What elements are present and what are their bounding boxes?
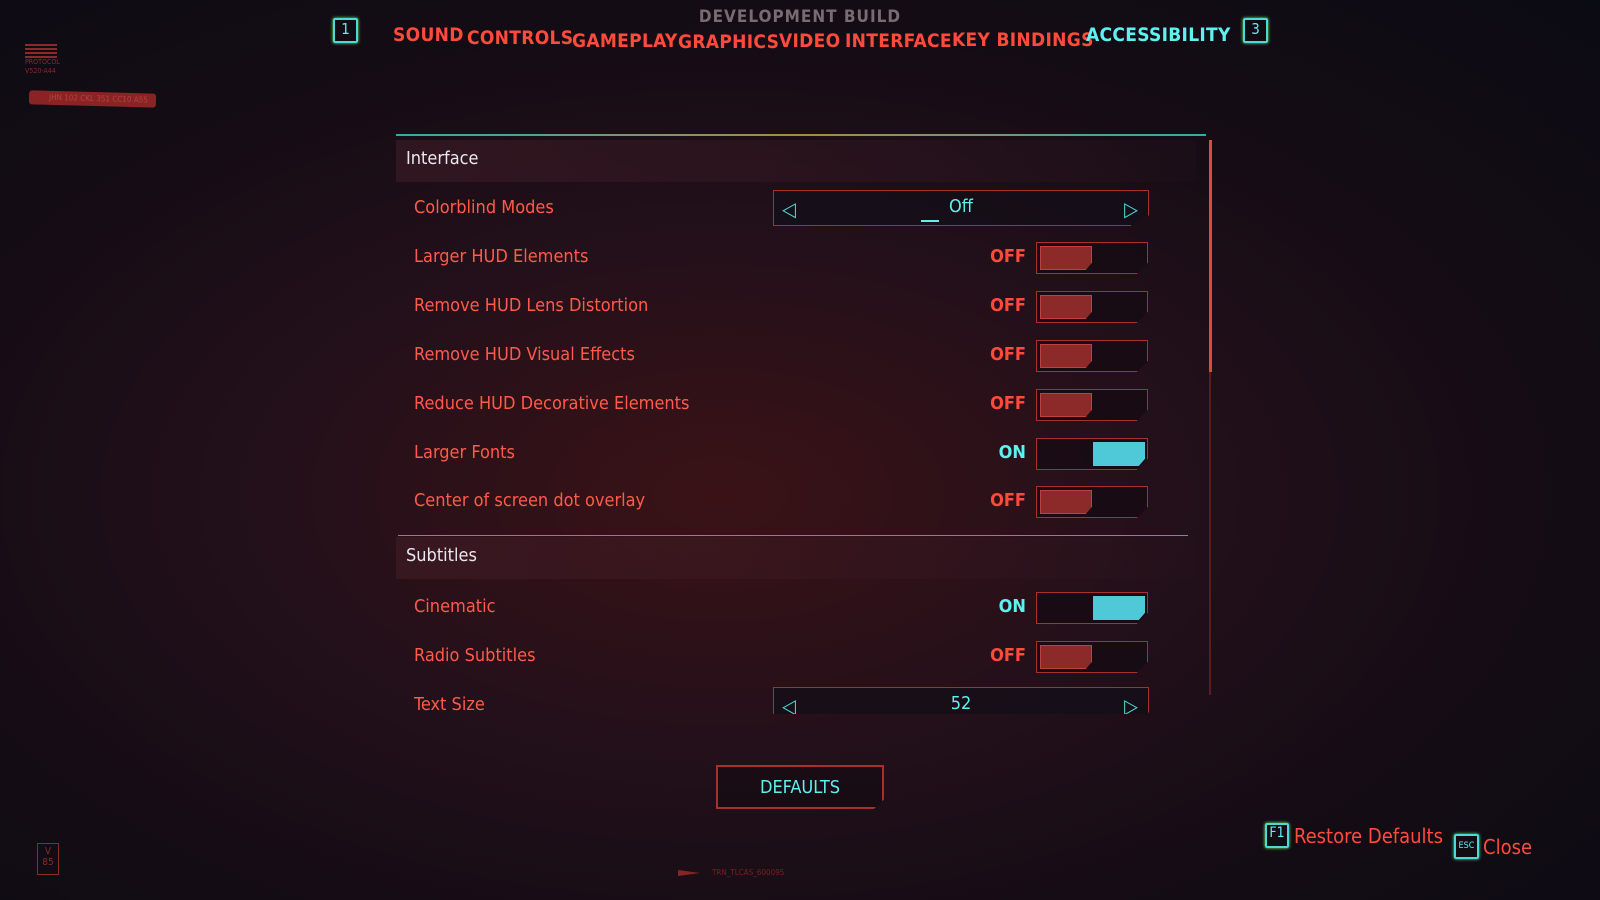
section-header-subtitles: Subtitles (396, 537, 1196, 579)
toggle-knob (1040, 295, 1092, 319)
tab-accessibility[interactable]: ACCESSIBILITY (1086, 24, 1231, 46)
f1-key-icon: F1 (1265, 823, 1289, 848)
setting-label: Center of screen dot overlay (414, 490, 646, 511)
tab-controls[interactable]: CONTROLS (467, 27, 573, 49)
toggle-state-text: OFF (990, 645, 1026, 666)
section-divider (398, 535, 1188, 536)
toggle-knob (1040, 344, 1092, 368)
protocol-code: V520-A44 (25, 67, 56, 75)
restore-defaults-label: Restore Defaults (1294, 823, 1443, 848)
close-label: Close (1483, 834, 1533, 859)
section-header-interface: Interface (396, 140, 1196, 182)
next-tab-key-icon[interactable]: 3 (1243, 18, 1268, 43)
right-arrow-icon[interactable]: ▷ (1124, 197, 1138, 221)
selector-value: Off (949, 196, 973, 217)
setting-label: Colorblind Modes (414, 197, 554, 218)
toggle-knob (1040, 645, 1092, 669)
defaults-button[interactable]: DEFAULTS (716, 765, 884, 809)
toggle-state-text: OFF (990, 295, 1026, 316)
toggle-switch[interactable] (1036, 291, 1148, 323)
setting-label: Text Size (414, 694, 485, 714)
toggle-switch[interactable] (1036, 340, 1148, 372)
toggle-switch[interactable] (1036, 486, 1148, 518)
setting-label: Remove HUD Lens Distortion (414, 295, 649, 316)
toggle-switch[interactable] (1036, 389, 1148, 421)
setting-label: Cinematic (414, 596, 496, 617)
settings-panel: Interface Colorblind Modes ◁ Off ▷ Larger HUD… (396, 134, 1206, 714)
close-action[interactable]: ESC Close (1454, 834, 1532, 859)
toggle-switch[interactable] (1036, 242, 1148, 274)
toggle-state-text: OFF (990, 246, 1026, 267)
protocol-text: PROTOCOL (25, 58, 60, 66)
arrow-marker-icon (678, 869, 700, 876)
tab-video[interactable]: VIDEO (779, 30, 841, 52)
toggle-knob (1040, 393, 1092, 417)
id-badge: JHN 102 CKL 351 CC10 A55 (28, 90, 157, 108)
tab-gameplay[interactable]: GAMEPLAY (572, 30, 678, 52)
scrollbar[interactable] (1209, 140, 1212, 372)
toggle-state-text: OFF (990, 393, 1026, 414)
scrollbar-track (1209, 372, 1211, 695)
footer-id: TRN_TLCAS_600095 (712, 868, 785, 877)
toggle-knob (1093, 442, 1145, 466)
setting-label: Larger HUD Elements (414, 246, 589, 267)
option-selector[interactable]: ◁ Off ▷ (773, 190, 1149, 226)
toggle-state-text: OFF (990, 344, 1026, 365)
esc-key-icon: ESC (1454, 834, 1479, 859)
toggle-state-text: OFF (990, 490, 1026, 511)
tab-sound[interactable]: SOUND (393, 24, 464, 46)
toggle-state-text: ON (998, 596, 1026, 617)
right-arrow-icon[interactable]: ▷ (1124, 694, 1138, 714)
selector-indicator (921, 220, 939, 222)
toggle-switch[interactable] (1036, 438, 1148, 470)
development-build-label: DEVELOPMENT BUILD (698, 7, 902, 27)
setting-label: Radio Subtitles (414, 645, 536, 666)
toggle-knob (1040, 490, 1092, 514)
toggle-switch[interactable] (1036, 592, 1148, 624)
option-selector[interactable]: ◁ 52 ▷ (773, 687, 1149, 714)
prev-tab-key-icon[interactable]: 1 (333, 18, 358, 43)
setting-label: Larger Fonts (414, 442, 515, 463)
setting-label: Reduce HUD Decorative Elements (414, 393, 690, 414)
selector-value: 52 (950, 693, 972, 714)
toggle-knob (1040, 246, 1092, 270)
tab-key-bindings[interactable]: KEY BINDINGS (952, 29, 1094, 51)
toggle-switch[interactable] (1036, 641, 1148, 673)
tab-graphics[interactable]: GRAPHICS (678, 31, 779, 53)
tab-interface[interactable]: INTERFACE (845, 30, 952, 52)
version-badge: V 85 (37, 843, 59, 875)
footer-id-text: TRN_TLCAS_600095 (678, 868, 784, 877)
protocol-logo: PROTOCOL V520-A44 (25, 44, 60, 76)
toggle-knob (1093, 596, 1145, 620)
restore-defaults-action[interactable]: F1 Restore Defaults (1265, 823, 1443, 848)
defaults-button-label: DEFAULTS (759, 777, 840, 798)
setting-label: Remove HUD Visual Effects (414, 344, 635, 365)
toggle-state-text: ON (998, 442, 1026, 463)
